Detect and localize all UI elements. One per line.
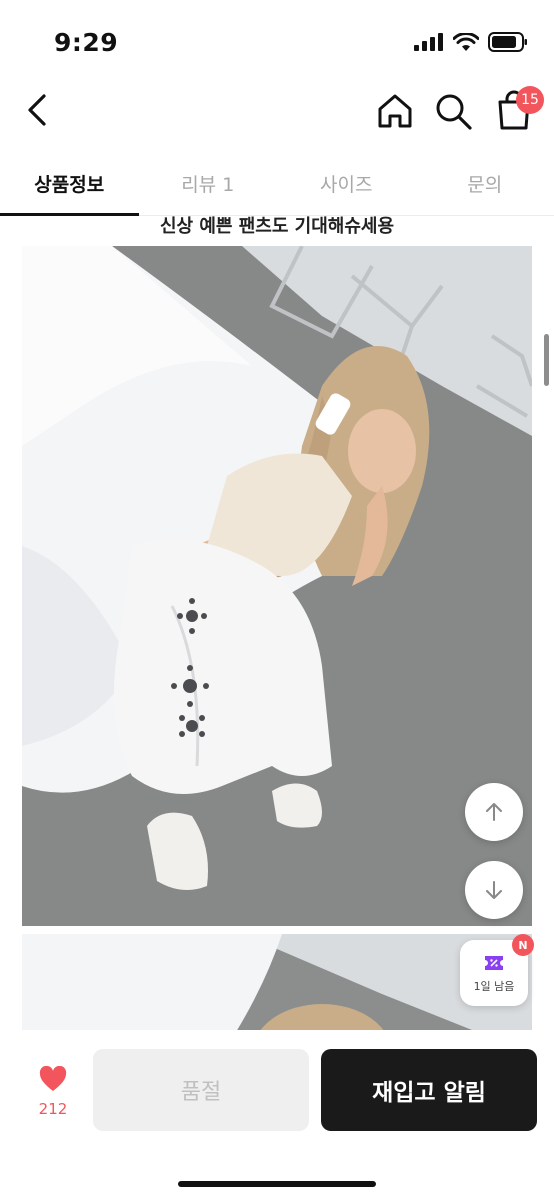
tab-product-info[interactable]: 상품정보 bbox=[0, 152, 139, 216]
back-arrow-icon[interactable] bbox=[20, 90, 60, 130]
status-time: 9:29 bbox=[54, 28, 119, 57]
cart-count-badge: 15 bbox=[516, 86, 544, 114]
bottom-action-bar: 212 품절 재입고 알림 bbox=[0, 1030, 554, 1200]
status-bar: 9:29 bbox=[0, 0, 554, 76]
tab-reviews[interactable]: 리뷰 1 bbox=[139, 152, 278, 215]
tab-inquiry[interactable]: 문의 bbox=[416, 152, 554, 215]
restock-alert-button[interactable]: 재입고 알림 bbox=[321, 1049, 537, 1131]
tab-size[interactable]: 사이즈 bbox=[277, 152, 416, 215]
status-icons bbox=[414, 32, 528, 52]
home-icon[interactable] bbox=[374, 90, 416, 132]
wifi-icon bbox=[453, 32, 479, 51]
scroll-to-bottom-button[interactable] bbox=[465, 861, 523, 919]
nav-bar bbox=[0, 76, 554, 146]
arrow-down-icon bbox=[486, 881, 502, 899]
like-button[interactable]: 212 bbox=[30, 1065, 76, 1118]
scrollbar[interactable] bbox=[544, 334, 549, 386]
product-tabs: 상품정보 리뷰 1 사이즈 문의 bbox=[0, 152, 554, 216]
search-icon[interactable] bbox=[432, 90, 474, 132]
product-photo bbox=[22, 246, 532, 926]
scroll-to-top-button[interactable] bbox=[465, 783, 523, 841]
product-detail-caption: 신상 예쁜 팬츠도 기대해슈세용 bbox=[159, 216, 395, 237]
heart-icon bbox=[39, 1065, 67, 1091]
sold-out-button[interactable]: 품절 bbox=[93, 1049, 309, 1131]
like-count: 212 bbox=[38, 1100, 68, 1118]
product-photo-2 bbox=[22, 934, 532, 1030]
battery-icon bbox=[488, 32, 527, 52]
coupon-remaining-label: 1일 남음 bbox=[473, 980, 515, 993]
coupon-ticket-icon bbox=[485, 956, 503, 970]
arrow-up-icon bbox=[486, 803, 502, 821]
coupon-new-badge: N bbox=[512, 934, 534, 956]
home-indicator bbox=[178, 1181, 376, 1187]
signal-icon bbox=[414, 33, 443, 51]
